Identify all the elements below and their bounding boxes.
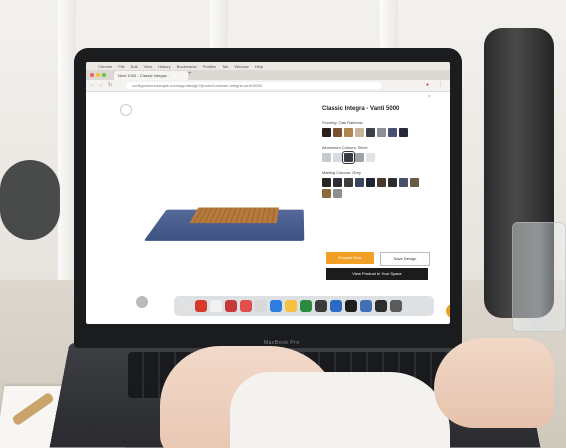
extension-icon[interactable]: ●: [426, 82, 429, 88]
dock-app-icon[interactable]: [255, 300, 267, 312]
new-tab-icon[interactable]: +: [188, 71, 192, 77]
dock-app-icon[interactable]: [180, 300, 192, 312]
color-swatch[interactable]: [388, 178, 397, 187]
dock-app-icon[interactable]: [315, 300, 327, 312]
flooring-swatches: [322, 128, 422, 137]
color-swatch[interactable]: [355, 178, 364, 187]
dock-app-icon[interactable]: [345, 300, 357, 312]
viewer-info-icon[interactable]: [120, 104, 132, 116]
color-swatch[interactable]: [377, 178, 386, 187]
menu-item[interactable]: Chrome: [98, 64, 112, 69]
chat-fab-icon[interactable]: [446, 304, 450, 318]
forward-icon[interactable]: →: [98, 82, 103, 88]
color-swatch[interactable]: [377, 128, 386, 137]
menu-item[interactable]: Profiles: [203, 64, 216, 69]
dock-app-icon[interactable]: [225, 300, 237, 312]
menu-item[interactable]: Bookmarks: [177, 64, 197, 69]
menu-item[interactable]: Tab: [222, 64, 228, 69]
dock-app-icon[interactable]: [300, 300, 312, 312]
menu-item[interactable]: File: [118, 64, 124, 69]
menu-item[interactable]: View: [144, 64, 153, 69]
color-swatch[interactable]: [344, 128, 353, 137]
ar-toggle-icon[interactable]: [136, 296, 148, 308]
dock-app-icon[interactable]: [330, 300, 342, 312]
browser-tab[interactable]: Next 1000 - Classic Integra...: [114, 71, 188, 80]
right-hand: [434, 338, 554, 428]
aluminium-swatches: [322, 151, 422, 164]
menu-item[interactable]: Help: [255, 64, 263, 69]
configurator-page: × Classic Integra - Vanti 5000 Flooring:…: [86, 92, 450, 318]
matting-label: Matting Colours: Grey: [322, 170, 361, 175]
product-title: Classic Integra - Vanti 5000: [322, 106, 400, 112]
color-swatch[interactable]: [366, 128, 375, 137]
color-swatch[interactable]: [322, 178, 331, 187]
minimize-window-icon[interactable]: [96, 73, 100, 77]
close-window-icon[interactable]: [90, 73, 94, 77]
color-swatch[interactable]: [355, 128, 364, 137]
menu-dots-icon[interactable]: ⋮: [438, 82, 443, 88]
color-swatch[interactable]: [333, 189, 342, 198]
flooring-insert-model: [189, 207, 280, 224]
menu-item[interactable]: Edit: [131, 64, 138, 69]
aluminium-label: Aluminium Colours: Silver: [322, 145, 368, 150]
color-swatch[interactable]: [322, 128, 331, 137]
view-in-space-button[interactable]: View Product In Your Space: [326, 268, 428, 280]
color-swatch[interactable]: [333, 153, 342, 162]
dock-app-icon[interactable]: [195, 300, 207, 312]
dock-app-icon[interactable]: [390, 300, 402, 312]
save-design-button[interactable]: Save Design: [380, 252, 430, 266]
color-swatch[interactable]: [399, 128, 408, 137]
close-icon[interactable]: ×: [428, 94, 431, 100]
maximize-window-icon[interactable]: [102, 73, 106, 77]
address-bar: ← → ↻ configurator.example.com/app/desig…: [86, 80, 450, 92]
color-swatch[interactable]: [342, 151, 355, 164]
color-swatch[interactable]: [366, 153, 375, 162]
color-swatch[interactable]: [388, 128, 397, 137]
os-dock: [174, 296, 434, 316]
dock-app-icon[interactable]: [375, 300, 387, 312]
photo-scene: MacBook Pro Chrome File Edit View Histor…: [0, 0, 566, 448]
browser-tabbar: Next 1000 - Classic Integra... +: [86, 70, 450, 80]
color-swatch[interactable]: [344, 178, 353, 187]
back-icon[interactable]: ←: [90, 82, 95, 88]
3d-viewer[interactable]: [114, 100, 305, 290]
reload-icon[interactable]: ↻: [108, 82, 112, 88]
enquire-button[interactable]: Enquire Now: [326, 252, 374, 264]
dock-app-icon[interactable]: [285, 300, 297, 312]
dock-app-icon[interactable]: [360, 300, 372, 312]
color-swatch[interactable]: [322, 189, 331, 198]
menu-item[interactable]: Window: [234, 64, 248, 69]
flooring-label: Flooring: Oak Rainbow: [322, 120, 363, 125]
matting-swatches: [322, 178, 422, 198]
url-input[interactable]: configurator.example.com/app/design?prod…: [126, 82, 382, 89]
color-swatch[interactable]: [366, 178, 375, 187]
dock-app-icon[interactable]: [270, 300, 282, 312]
color-swatch[interactable]: [410, 178, 419, 187]
color-swatch[interactable]: [333, 128, 342, 137]
laptop-screen: Chrome File Edit View History Bookmarks …: [86, 62, 450, 324]
water-glass: [512, 222, 566, 332]
dock-app-icon[interactable]: [240, 300, 252, 312]
dock-app-icon[interactable]: [210, 300, 222, 312]
color-swatch[interactable]: [333, 178, 342, 187]
menu-item[interactable]: History: [158, 64, 170, 69]
options-panel: Classic Integra - Vanti 5000 Flooring: O…: [322, 106, 442, 296]
os-menubar: Chrome File Edit View History Bookmarks …: [86, 62, 450, 70]
color-swatch[interactable]: [399, 178, 408, 187]
sleeve: [230, 372, 450, 448]
color-swatch[interactable]: [322, 153, 331, 162]
background-plant: [0, 160, 60, 240]
color-swatch[interactable]: [355, 153, 364, 162]
